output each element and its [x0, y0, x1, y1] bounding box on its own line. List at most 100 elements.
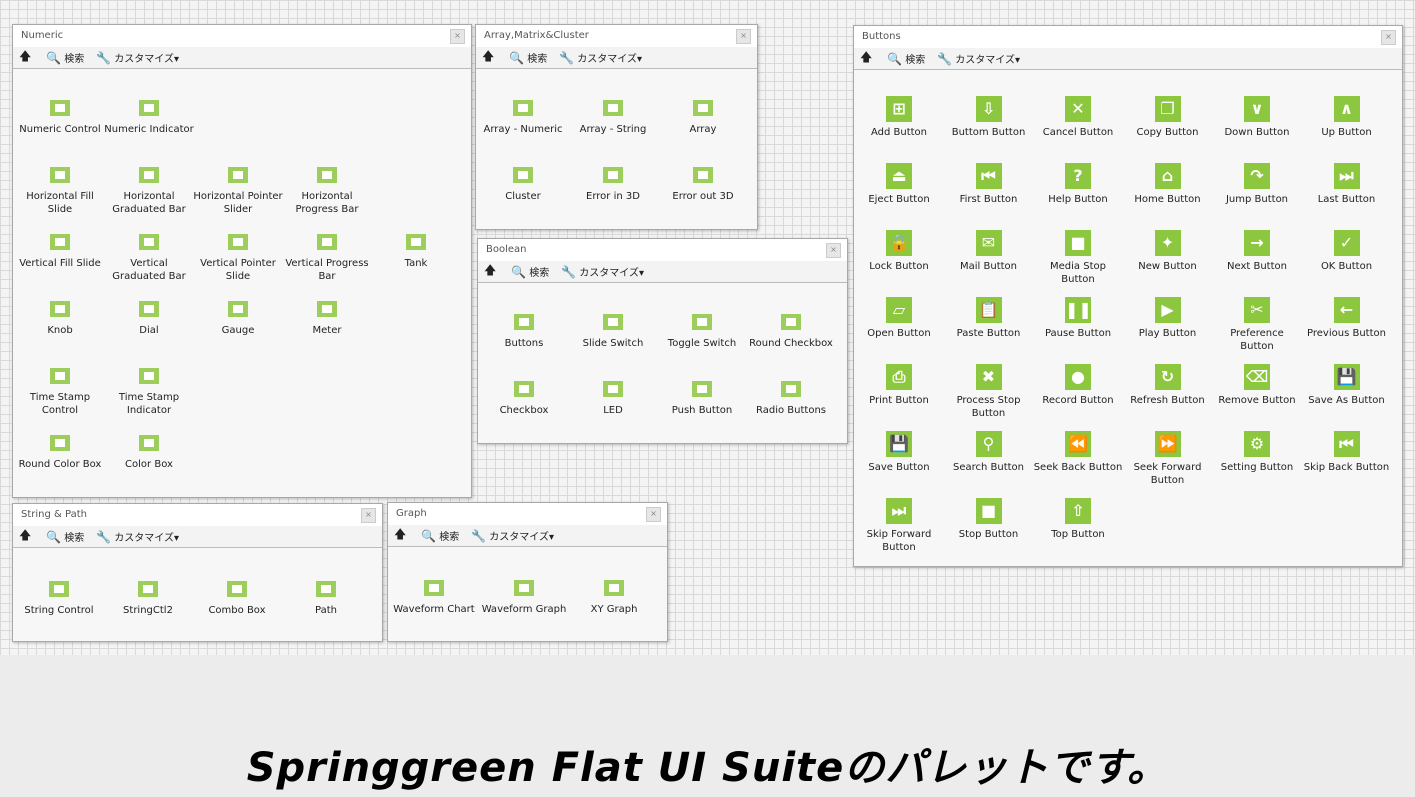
close-icon[interactable]: × [736, 29, 751, 44]
palette-item-top-button[interactable]: ⇧ Top Button [1033, 498, 1123, 541]
palette-item-next-button[interactable]: → Next Button [1212, 230, 1302, 273]
up-button[interactable]: 🡅 [19, 526, 34, 547]
palette-item-copy-button[interactable]: ❐ Copy Button [1123, 96, 1213, 139]
palette-item-push-button[interactable]: Push Button [657, 378, 747, 417]
palette-item-array[interactable]: Array [658, 97, 748, 136]
close-icon[interactable]: × [826, 243, 841, 258]
palette-item-round-checkbox[interactable]: Round Checkbox [746, 311, 836, 350]
palette-item-remove-button[interactable]: ⌫ Remove Button [1212, 364, 1302, 407]
palette-item-media-stop-button[interactable]: ■ Media Stop Button [1033, 230, 1123, 286]
palette-item-radio-buttons[interactable]: Radio Buttons [746, 378, 836, 417]
palette-item-record-button[interactable]: ● Record Button [1033, 364, 1123, 407]
palette-item-paste-button[interactable]: 📋 Paste Button [944, 297, 1034, 340]
search-button[interactable]: 🔍 検索 [511, 264, 549, 280]
customize-button[interactable]: 🔧 カスタマイズ▾ [96, 529, 179, 545]
palette-item-mail-button[interactable]: ✉ Mail Button [944, 230, 1034, 273]
palette-item-refresh-button[interactable]: ↻ Refresh Button [1123, 364, 1213, 407]
palette-item-eject-button[interactable]: ⏏ Eject Button [854, 163, 944, 206]
palette-item-waveform-graph[interactable]: Waveform Graph [479, 577, 569, 616]
palette-item-stop-button[interactable]: ■ Stop Button [944, 498, 1034, 541]
palette-item-pause-button[interactable]: ❚❚ Pause Button [1033, 297, 1123, 340]
palette-item-ok-button[interactable]: ✓ OK Button [1302, 230, 1392, 273]
up-button[interactable]: 🡅 [19, 47, 34, 68]
palette-item-vertical-progress-bar[interactable]: Vertical Progress Bar [282, 231, 372, 283]
up-button[interactable]: 🡅 [860, 48, 875, 69]
close-icon[interactable]: × [1381, 30, 1396, 45]
close-icon[interactable]: × [361, 508, 376, 523]
palette-item-add-button[interactable]: ⊞ Add Button [854, 96, 944, 139]
customize-button[interactable]: 🔧 カスタマイズ▾ [937, 51, 1020, 67]
palette-item-home-button[interactable]: ⌂ Home Button [1123, 163, 1213, 206]
palette-item-numeric-control[interactable]: Numeric Control [15, 97, 105, 136]
customize-button[interactable]: 🔧 カスタマイズ▾ [471, 528, 554, 544]
customize-button[interactable]: 🔧 カスタマイズ▾ [96, 50, 179, 66]
palette-item-setting-button[interactable]: ⚙ Setting Button [1212, 431, 1302, 474]
palette-item-previous-button[interactable]: ← Previous Button [1302, 297, 1392, 340]
palette-item-buttons[interactable]: Buttons [479, 311, 569, 350]
palette-item-led[interactable]: LED [568, 378, 658, 417]
palette-item-up-button[interactable]: ∧ Up Button [1302, 96, 1392, 139]
palette-item-last-button[interactable]: ⏭ Last Button [1302, 163, 1392, 206]
palette-item-tank[interactable]: Tank [371, 231, 461, 270]
palette-item-skip-forward-button[interactable]: ⏭ Skip Forward Button [854, 498, 944, 554]
palette-item-horizontal-graduated-bar[interactable]: Horizontal Graduated Bar [104, 164, 194, 216]
palette-item-save-as-button[interactable]: 💾 Save As Button [1302, 364, 1392, 407]
palette-item-horizontal-progress-bar[interactable]: Horizontal Progress Bar [282, 164, 372, 216]
palette-item-lock-button[interactable]: 🔒 Lock Button [854, 230, 944, 273]
palette-item-first-button[interactable]: ⏮ First Button [944, 163, 1034, 206]
palette-item-waveform-chart[interactable]: Waveform Chart [389, 577, 479, 616]
palette-item-jump-button[interactable]: ↷ Jump Button [1212, 163, 1302, 206]
palette-item-cluster[interactable]: Cluster [478, 164, 568, 203]
palette-item-open-button[interactable]: ▱ Open Button [854, 297, 944, 340]
palette-item-down-button[interactable]: ∨ Down Button [1212, 96, 1302, 139]
up-button[interactable]: 🡅 [482, 47, 497, 68]
palette-item-cancel-button[interactable]: ✕ Cancel Button [1033, 96, 1123, 139]
close-icon[interactable]: × [646, 507, 661, 522]
palette-item-numeric-indicator[interactable]: Numeric Indicator [104, 97, 194, 136]
palette-item-dial[interactable]: Dial [104, 298, 194, 337]
palette-item-search-button[interactable]: ⚲ Search Button [944, 431, 1034, 474]
palette-item-print-button[interactable]: ⎙ Print Button [854, 364, 944, 407]
palette-item-vertical-pointer-slide[interactable]: Vertical Pointer Slide [193, 231, 283, 283]
palette-item-combo-box[interactable]: Combo Box [192, 578, 282, 617]
palette-item-xy-graph[interactable]: XY Graph [569, 577, 659, 616]
customize-button[interactable]: 🔧 カスタマイズ▾ [559, 50, 642, 66]
palette-item-new-button[interactable]: ✦ New Button [1123, 230, 1213, 273]
palette-item-seek-back-button[interactable]: ⏪ Seek Back Button [1033, 431, 1123, 474]
palette-item-knob[interactable]: Knob [15, 298, 105, 337]
palette-item-help-button[interactable]: ? Help Button [1033, 163, 1123, 206]
palette-item-string-control[interactable]: String Control [14, 578, 104, 617]
palette-item-path[interactable]: Path [281, 578, 371, 617]
palette-item-array-string[interactable]: Array - String [568, 97, 658, 136]
palette-item-round-color-box[interactable]: Round Color Box [15, 432, 105, 471]
palette-item-time-stamp-indicator[interactable]: Time Stamp Indicator [104, 365, 194, 417]
palette-item-array-numeric[interactable]: Array - Numeric [478, 97, 568, 136]
palette-item-checkbox[interactable]: Checkbox [479, 378, 569, 417]
palette-item-vertical-graduated-bar[interactable]: Vertical Graduated Bar [104, 231, 194, 283]
palette-item-seek-forward-button[interactable]: ⏩ Seek Forward Button [1123, 431, 1213, 487]
search-button[interactable]: 🔍 検索 [887, 51, 925, 67]
palette-item-stringctl2[interactable]: StringCtl2 [103, 578, 193, 617]
up-button[interactable]: 🡅 [394, 525, 409, 546]
palette-item-horizontal-pointer-slider[interactable]: Horizontal Pointer Slider [193, 164, 283, 216]
palette-item-error-in-3d[interactable]: Error in 3D [568, 164, 658, 203]
palette-item-skip-back-button[interactable]: ⏮ Skip Back Button [1302, 431, 1392, 474]
palette-item-horizontal-fill-slide[interactable]: Horizontal Fill Slide [15, 164, 105, 216]
palette-item-toggle-switch[interactable]: Toggle Switch [657, 311, 747, 350]
search-button[interactable]: 🔍 検索 [509, 50, 547, 66]
customize-button[interactable]: 🔧 カスタマイズ▾ [561, 264, 644, 280]
palette-item-color-box[interactable]: Color Box [104, 432, 194, 471]
palette-item-vertical-fill-slide[interactable]: Vertical Fill Slide [15, 231, 105, 270]
search-button[interactable]: 🔍 検索 [46, 529, 84, 545]
up-button[interactable]: 🡅 [484, 261, 499, 282]
palette-item-save-button[interactable]: 💾 Save Button [854, 431, 944, 474]
palette-item-gauge[interactable]: Gauge [193, 298, 283, 337]
palette-item-time-stamp-control[interactable]: Time Stamp Control [15, 365, 105, 417]
palette-item-preference-button[interactable]: ✂ Preference Button [1212, 297, 1302, 353]
palette-item-meter[interactable]: Meter [282, 298, 372, 337]
palette-item-process-stop-button[interactable]: ✖ Process Stop Button [944, 364, 1034, 420]
palette-item-play-button[interactable]: ▶ Play Button [1123, 297, 1213, 340]
palette-item-buttom-button[interactable]: ⇩ Buttom Button [944, 96, 1034, 139]
palette-item-slide-switch[interactable]: Slide Switch [568, 311, 658, 350]
search-button[interactable]: 🔍 検索 [46, 50, 84, 66]
